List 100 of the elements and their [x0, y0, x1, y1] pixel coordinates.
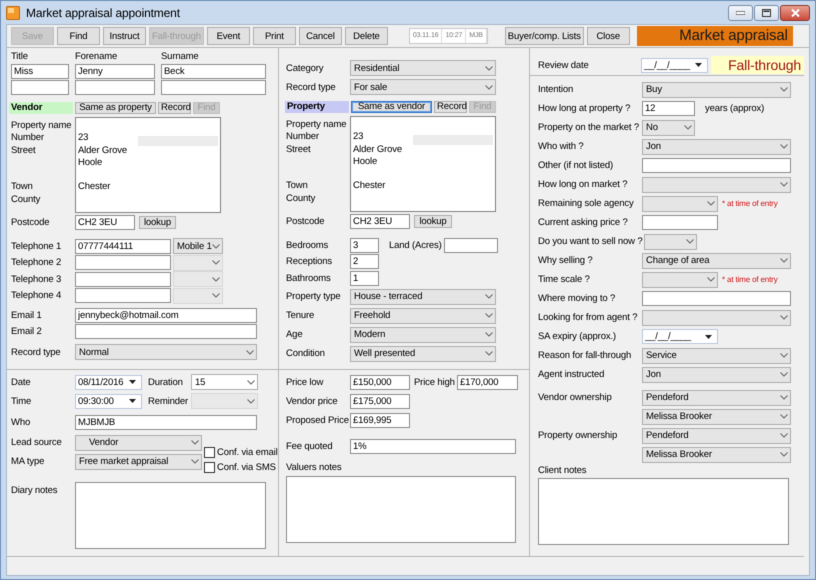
price-field[interactable]: £175,000: [350, 394, 410, 408]
dropdown[interactable]: Change of area: [642, 252, 791, 268]
dropdown[interactable]: For sale: [350, 79, 496, 95]
dropdown[interactable]: Vendor: [75, 434, 202, 450]
section-label: Property: [285, 101, 349, 113]
dropdown[interactable]: Residential: [350, 60, 496, 76]
dropdown[interactable]: [642, 272, 718, 288]
dropdown[interactable]: Normal: [75, 344, 257, 360]
dropdown[interactable]: Jon: [642, 138, 791, 154]
checkbox[interactable]: Conf. via SMS: [204, 460, 278, 475]
dropdown[interactable]: Melissa Brooker: [642, 408, 791, 424]
dropdown[interactable]: Freehold: [350, 308, 496, 324]
toolbar-button[interactable]: Cancel: [298, 27, 342, 45]
postcode-field[interactable]: CH2 3EU: [75, 215, 135, 230]
fee-field[interactable]: 1%: [350, 438, 516, 454]
count-field[interactable]: 1: [350, 270, 379, 286]
chevron-icon: [191, 440, 199, 445]
chevron-icon: [780, 258, 788, 263]
count-field[interactable]: 2: [350, 254, 379, 270]
dropdown[interactable]: 15: [191, 374, 258, 390]
land-field[interactable]: [444, 238, 498, 253]
text-field[interactable]: [75, 80, 155, 95]
count-field[interactable]: 3: [350, 238, 379, 253]
dropdown[interactable]: [644, 234, 697, 250]
dropdown[interactable]: Pendeford: [642, 390, 791, 406]
date-field[interactable]: __/__/____: [641, 58, 708, 72]
date-field[interactable]: __/__/____: [642, 329, 718, 344]
dropdown[interactable]: [642, 196, 718, 212]
maximize-button[interactable]: [754, 4, 779, 20]
close-button[interactable]: [780, 4, 810, 20]
text-field[interactable]: Beck: [161, 64, 266, 79]
text-field[interactable]: MJBMJB: [75, 415, 257, 430]
toolbar-button[interactable]: Print: [252, 27, 296, 45]
column-heading: Title: [11, 51, 29, 62]
phone-type-dropdown[interactable]: Mobile 1: [173, 238, 223, 254]
email-field[interactable]: [75, 324, 257, 338]
dropdown[interactable]: Service: [642, 348, 791, 364]
phone-field[interactable]: [75, 288, 171, 304]
time-field[interactable]: 09:30:00: [75, 394, 142, 408]
dropdown[interactable]: Pendeford: [642, 428, 791, 444]
maximize-icon: [762, 8, 771, 16]
field-label: Who with ?: [538, 141, 584, 152]
text-field[interactable]: [642, 158, 791, 173]
text-field[interactable]: [642, 215, 718, 230]
phone-field[interactable]: 07777444111: [75, 238, 171, 254]
field-label: Why selling ?: [538, 255, 594, 266]
price-field[interactable]: £170,000: [457, 374, 518, 390]
text-field[interactable]: Miss: [11, 64, 69, 79]
dropdown[interactable]: Modern: [350, 326, 496, 342]
text-field[interactable]: [161, 80, 266, 95]
field-label: Record type: [286, 82, 337, 92]
dropdown[interactable]: No: [642, 120, 695, 136]
text-field[interactable]: [11, 80, 69, 95]
address-field[interactable]: 23 Alder Grove Hoole Chester: [350, 116, 496, 212]
chevron-icon: [780, 315, 788, 320]
toolbar-button[interactable]: Close: [586, 27, 630, 45]
field-label: Age: [286, 329, 304, 340]
email-field[interactable]: jennybeck@hotmail.com: [75, 308, 257, 322]
toolbar-button[interactable]: Event: [206, 27, 250, 45]
chevron-icon: [780, 395, 788, 400]
dropdown[interactable]: Jon: [642, 366, 791, 382]
field-label: Postcode: [286, 216, 326, 227]
price-field[interactable]: £150,000: [350, 374, 410, 390]
dropdown[interactable]: [642, 310, 791, 326]
toolbar-button[interactable]: Find: [57, 27, 100, 45]
toolbar-button[interactable]: Instruct: [103, 27, 146, 45]
postcode-field[interactable]: CH2 3EU: [350, 214, 410, 229]
date-field[interactable]: 08/11/2016: [75, 374, 142, 390]
phone-field[interactable]: [75, 255, 171, 270]
notes-field[interactable]: [286, 476, 516, 543]
phone-field[interactable]: [75, 272, 171, 287]
field-label: Client notes: [538, 465, 586, 476]
dropdown[interactable]: [642, 176, 791, 192]
notes-field[interactable]: [538, 478, 789, 545]
notes-field[interactable]: [75, 482, 266, 549]
dropdown[interactable]: Free market appraisal: [75, 454, 202, 470]
checkbox[interactable]: Conf. via email: [204, 445, 278, 460]
chevron-icon: [780, 414, 788, 419]
field-label: Property ownership: [538, 430, 618, 441]
minimize-button[interactable]: [728, 4, 753, 20]
dropdown[interactable]: House - terraced: [350, 288, 496, 304]
section-button[interactable]: Record: [434, 101, 467, 113]
dropdown[interactable]: Buy: [642, 82, 791, 98]
field-label: Intention: [538, 84, 574, 95]
section-button[interactable]: Record: [158, 102, 191, 114]
toolbar-button[interactable]: Delete: [344, 27, 388, 45]
section-button[interactable]: Same as vendor: [351, 101, 432, 113]
toolbar-button[interactable]: Buyer/comp. Lists: [504, 27, 584, 45]
text-field[interactable]: Jenny: [75, 64, 155, 79]
dropdown[interactable]: Melissa Brooker: [642, 446, 791, 462]
dropdown[interactable]: Well presented: [350, 346, 496, 362]
address-field[interactable]: 23 Alder Grove Hoole Chester: [75, 117, 221, 213]
window-title: Market appraisal appointment: [26, 6, 180, 20]
section-button[interactable]: Same as property: [75, 102, 156, 114]
text-field[interactable]: 12: [642, 101, 695, 116]
text-field[interactable]: [642, 291, 791, 306]
chevron-icon: [485, 332, 493, 337]
lookup-button[interactable]: lookup: [414, 215, 452, 228]
lookup-button[interactable]: lookup: [139, 216, 176, 229]
price-field[interactable]: £169,995: [350, 412, 410, 428]
